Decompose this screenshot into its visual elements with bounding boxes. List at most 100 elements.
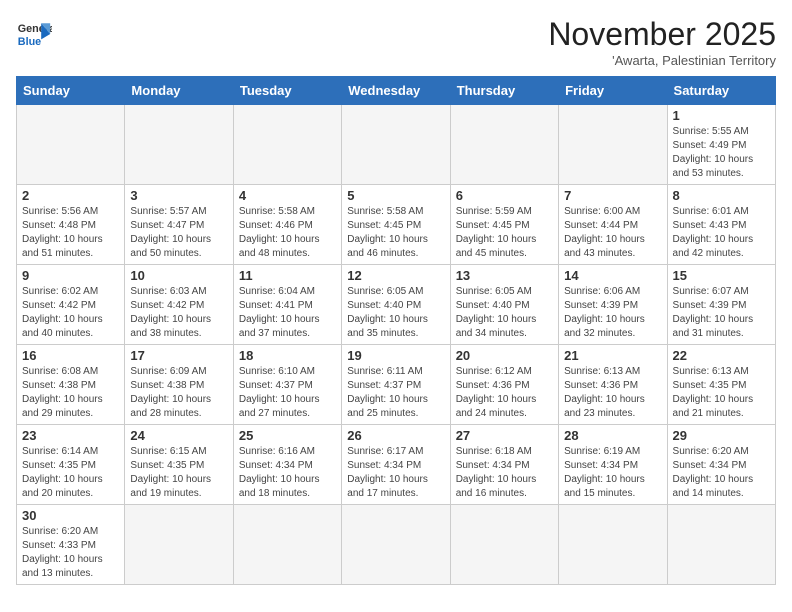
calendar-day-cell: 6Sunrise: 5:59 AM Sunset: 4:45 PM Daylig… [450,185,558,265]
day-info: Sunrise: 6:20 AM Sunset: 4:34 PM Dayligh… [673,445,770,501]
weekday-header-row: SundayMondayTuesdayWednesdayThursdayFrid… [17,77,776,105]
calendar-day-cell: 20 Sunrise: 6:12 AM Sunset: 4:36 PM Dayli… [450,345,558,425]
day-info: Sunrise: 6:09 AM Sunset: 4:38 PM Dayligh… [130,365,227,421]
calendar-day-cell: 14 Sunrise: 6:06 AM Sunset: 4:39 PM Dayli… [559,265,667,345]
calendar-day-cell [342,105,450,185]
calendar-day-cell [450,505,558,585]
day-number: 17 [130,348,227,363]
day-info: Sunrise: 6:02 AM Sunset: 4:42 PM Dayligh… [22,285,119,341]
calendar-day-cell: 11 Sunrise: 6:04 AM Sunset: 4:41 PM Dayli… [233,265,341,345]
calendar-day-cell: 8 Sunrise: 6:01 AM Sunset: 4:43 PM Daylig… [667,185,775,265]
day-info: Sunrise: 6:12 AM Sunset: 4:36 PM Dayligh… [456,365,553,421]
calendar-day-cell: 12 Sunrise: 6:05 AM Sunset: 4:40 PM Dayli… [342,265,450,345]
day-number: 30 [22,508,119,523]
day-number: 20 [456,348,553,363]
calendar-day-cell [450,105,558,185]
day-number: 23 [22,428,119,443]
day-info: Sunrise: 6:19 AM Sunset: 4:34 PM Dayligh… [564,445,661,501]
day-number: 14 [564,268,661,283]
day-info: Sunrise: 6:15 AM Sunset: 4:35 PM Dayligh… [130,445,227,501]
day-info: Sunrise: 6:13 AM Sunset: 4:36 PM Dayligh… [564,365,661,421]
calendar-day-cell: 17 Sunrise: 6:09 AM Sunset: 4:38 PM Dayli… [125,345,233,425]
calendar-day-cell: 4Sunrise: 5:58 AM Sunset: 4:46 PM Daylig… [233,185,341,265]
calendar-day-cell [17,105,125,185]
day-number: 12 [347,268,444,283]
calendar-day-cell [125,505,233,585]
day-number: 15 [673,268,770,283]
calendar-day-cell [233,105,341,185]
day-info: Sunrise: 5:58 AM Sunset: 4:45 PM Dayligh… [347,205,444,261]
day-number: 18 [239,348,336,363]
calendar-day-cell: 18 Sunrise: 6:10 AM Sunset: 4:37 PM Dayli… [233,345,341,425]
calendar-day-cell: 24Sunrise: 6:15 AM Sunset: 4:35 PM Dayli… [125,425,233,505]
day-number: 26 [347,428,444,443]
day-number: 11 [239,268,336,283]
location-subtitle: 'Awarta, Palestinian Territory [548,53,776,68]
day-number: 8 [673,188,770,203]
day-info: Sunrise: 5:57 AM Sunset: 4:47 PM Dayligh… [130,205,227,261]
weekday-header-tuesday: Tuesday [233,77,341,105]
day-number: 13 [456,268,553,283]
page-header: General Blue November 2025 'Awarta, Pale… [16,16,776,68]
day-number: 21 [564,348,661,363]
day-info: Sunrise: 6:07 AM Sunset: 4:39 PM Dayligh… [673,285,770,341]
calendar-day-cell: 10Sunrise: 6:03 AM Sunset: 4:42 PM Dayli… [125,265,233,345]
month-title: November 2025 [548,16,776,53]
day-info: Sunrise: 5:55 AM Sunset: 4:49 PM Dayligh… [673,125,770,181]
day-info: Sunrise: 6:05 AM Sunset: 4:40 PM Dayligh… [347,285,444,341]
day-info: Sunrise: 6:13 AM Sunset: 4:35 PM Dayligh… [673,365,770,421]
calendar-week-row: 2Sunrise: 5:56 AM Sunset: 4:48 PM Daylig… [17,185,776,265]
day-info: Sunrise: 6:05 AM Sunset: 4:40 PM Dayligh… [456,285,553,341]
day-info: Sunrise: 6:00 AM Sunset: 4:44 PM Dayligh… [564,205,661,261]
day-info: Sunrise: 6:08 AM Sunset: 4:38 PM Dayligh… [22,365,119,421]
calendar-day-cell [559,105,667,185]
weekday-header-saturday: Saturday [667,77,775,105]
weekday-header-sunday: Sunday [17,77,125,105]
calendar-day-cell: 9 Sunrise: 6:02 AM Sunset: 4:42 PM Daylig… [17,265,125,345]
calendar-day-cell: 13 Sunrise: 6:05 AM Sunset: 4:40 PM Dayli… [450,265,558,345]
calendar-day-cell: 22 Sunrise: 6:13 AM Sunset: 4:35 PM Dayli… [667,345,775,425]
calendar-day-cell: 7Sunrise: 6:00 AM Sunset: 4:44 PM Daylig… [559,185,667,265]
day-info: Sunrise: 6:20 AM Sunset: 4:33 PM Dayligh… [22,525,119,581]
day-number: 9 [22,268,119,283]
calendar-day-cell [667,505,775,585]
logo: General Blue [16,16,52,52]
day-number: 6 [456,188,553,203]
weekday-header-thursday: Thursday [450,77,558,105]
calendar-day-cell: 1Sunrise: 5:55 AM Sunset: 4:49 PM Daylig… [667,105,775,185]
calendar-day-cell: 29 Sunrise: 6:20 AM Sunset: 4:34 PM Dayli… [667,425,775,505]
calendar-day-cell [559,505,667,585]
day-number: 22 [673,348,770,363]
calendar-day-cell [342,505,450,585]
day-info: Sunrise: 6:10 AM Sunset: 4:37 PM Dayligh… [239,365,336,421]
day-number: 16 [22,348,119,363]
day-info: Sunrise: 6:18 AM Sunset: 4:34 PM Dayligh… [456,445,553,501]
weekday-header-friday: Friday [559,77,667,105]
calendar-week-row: 9 Sunrise: 6:02 AM Sunset: 4:42 PM Daylig… [17,265,776,345]
calendar-day-cell: 2Sunrise: 5:56 AM Sunset: 4:48 PM Daylig… [17,185,125,265]
calendar-day-cell: 16 Sunrise: 6:08 AM Sunset: 4:38 PM Dayli… [17,345,125,425]
day-info: Sunrise: 5:56 AM Sunset: 4:48 PM Dayligh… [22,205,119,261]
day-number: 3 [130,188,227,203]
calendar-day-cell: 25 Sunrise: 6:16 AM Sunset: 4:34 PM Dayli… [233,425,341,505]
day-info: Sunrise: 6:04 AM Sunset: 4:41 PM Dayligh… [239,285,336,341]
day-info: Sunrise: 6:16 AM Sunset: 4:34 PM Dayligh… [239,445,336,501]
logo-icon: General Blue [16,16,52,52]
calendar-week-row: 1Sunrise: 5:55 AM Sunset: 4:49 PM Daylig… [17,105,776,185]
calendar-day-cell: 15 Sunrise: 6:07 AM Sunset: 4:39 PM Dayli… [667,265,775,345]
calendar-day-cell: 3 Sunrise: 5:57 AM Sunset: 4:47 PM Daylig… [125,185,233,265]
calendar-week-row: 23 Sunrise: 6:14 AM Sunset: 4:35 PM Dayli… [17,425,776,505]
day-number: 19 [347,348,444,363]
day-number: 29 [673,428,770,443]
day-number: 10 [130,268,227,283]
calendar-table: SundayMondayTuesdayWednesdayThursdayFrid… [16,76,776,585]
day-info: Sunrise: 6:06 AM Sunset: 4:39 PM Dayligh… [564,285,661,341]
day-info: Sunrise: 6:14 AM Sunset: 4:35 PM Dayligh… [22,445,119,501]
weekday-header-monday: Monday [125,77,233,105]
calendar-day-cell: 30 Sunrise: 6:20 AM Sunset: 4:33 PM Dayli… [17,505,125,585]
calendar-day-cell [233,505,341,585]
day-number: 4 [239,188,336,203]
calendar-day-cell: 23 Sunrise: 6:14 AM Sunset: 4:35 PM Dayli… [17,425,125,505]
day-number: 25 [239,428,336,443]
day-info: Sunrise: 6:01 AM Sunset: 4:43 PM Dayligh… [673,205,770,261]
